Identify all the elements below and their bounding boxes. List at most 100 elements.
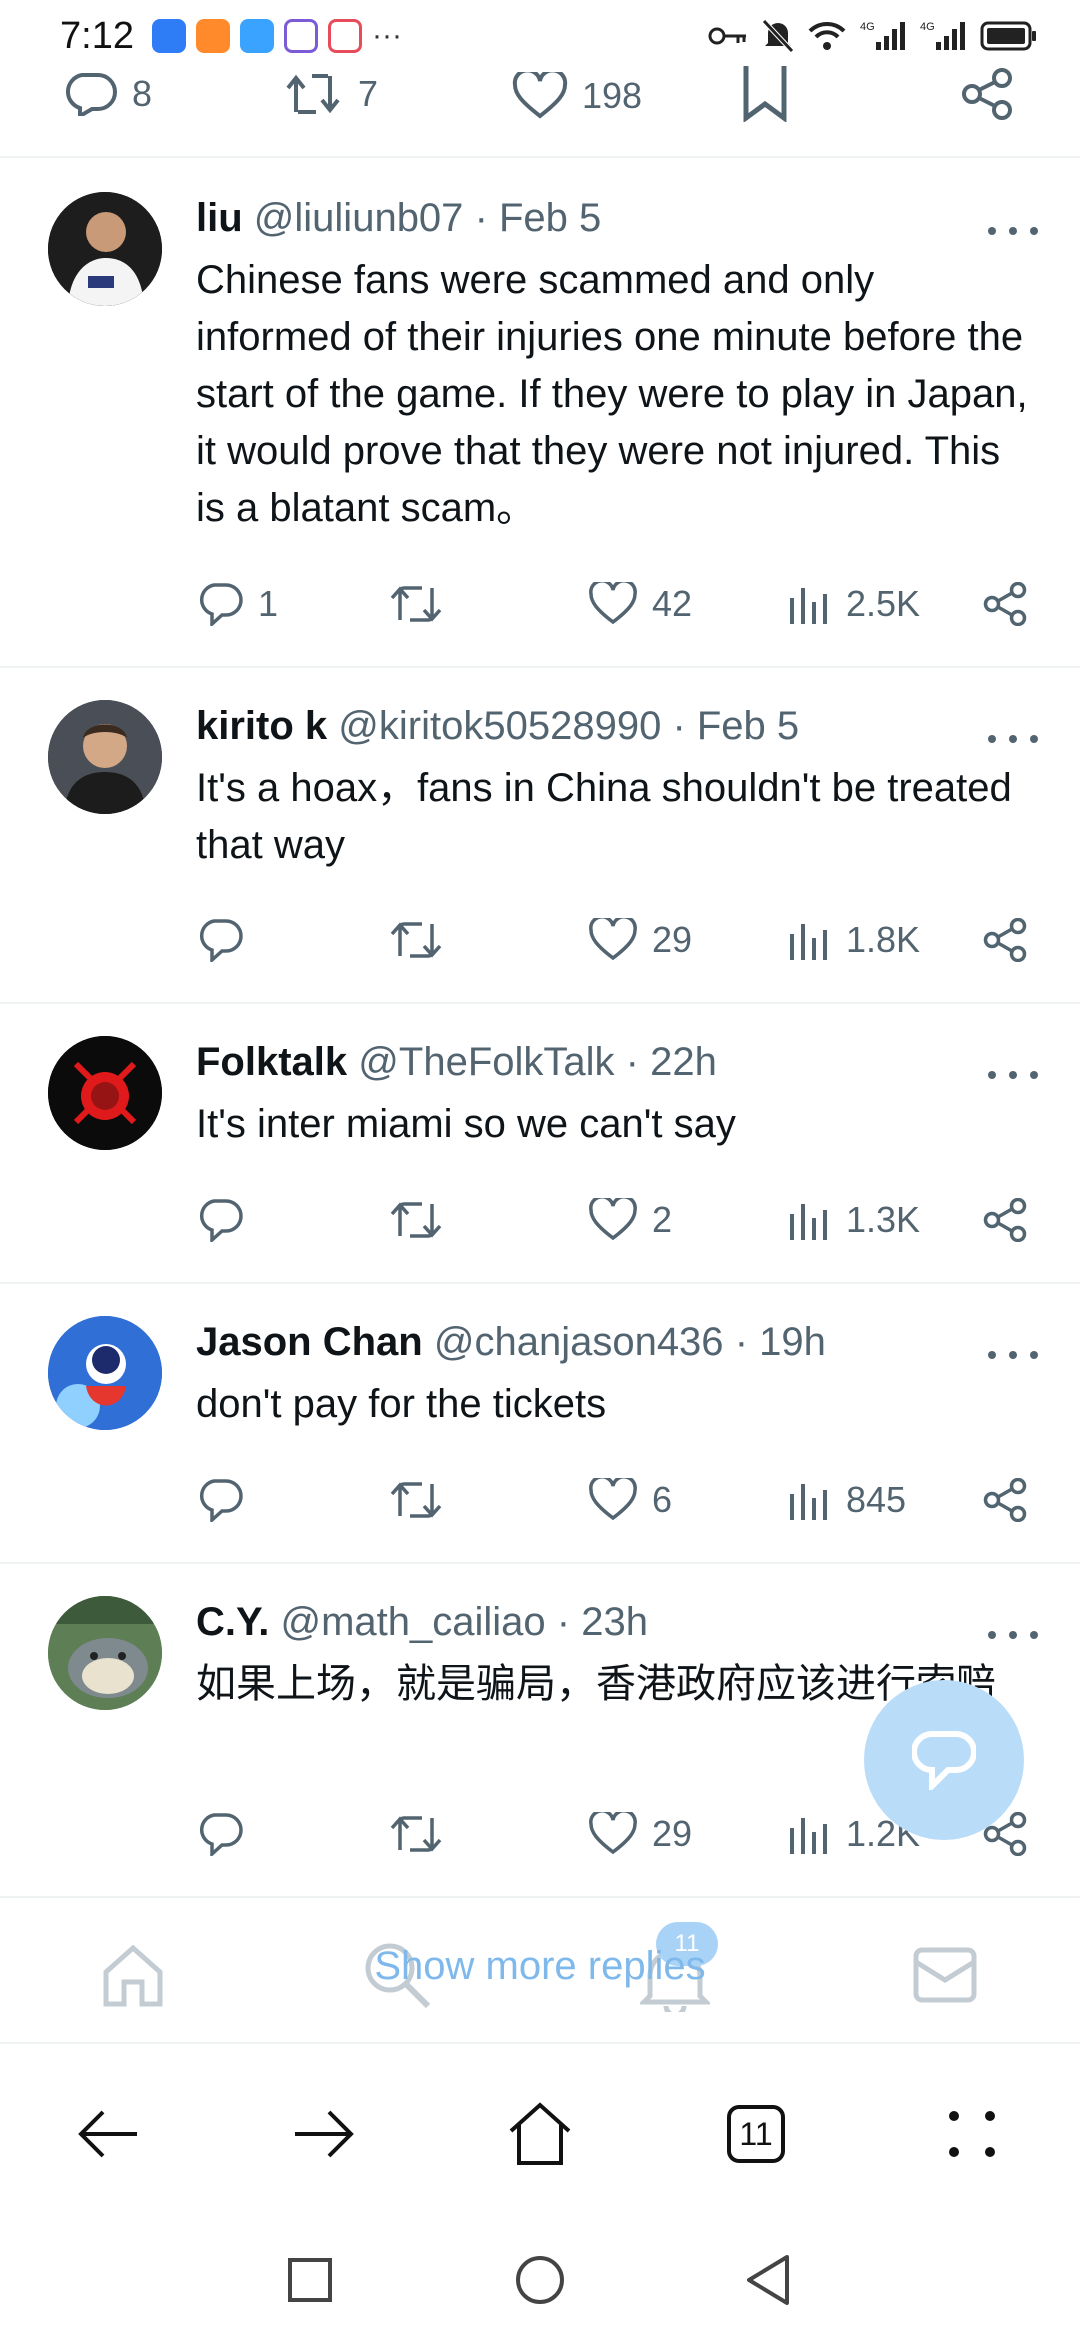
heart-icon	[589, 918, 637, 961]
forward-button[interactable]	[284, 2094, 364, 2174]
recents-button[interactable]	[280, 2250, 340, 2310]
app-bottom-nav: 11 Show more replies	[0, 1896, 1080, 2044]
more-options-button[interactable]	[988, 1620, 1038, 1650]
tweet-text: It's a hoax，fans in China shouldn't be t…	[196, 766, 1012, 867]
avatar[interactable]	[48, 1036, 162, 1150]
avatar[interactable]	[48, 1596, 162, 1710]
views-button[interactable]: 845	[788, 1470, 906, 1530]
author-name[interactable]: liu	[196, 196, 243, 240]
bookmark-button[interactable]	[742, 66, 788, 122]
tweet-header: Folktalk @TheFolkTalk · 22h	[196, 1040, 960, 1085]
reply-tweet[interactable]: Folktalk @TheFolkTalk · 22h It's inter m…	[0, 1004, 1080, 1284]
views-button[interactable]: 1.8K	[788, 910, 920, 970]
tabs-button[interactable]: 11	[716, 2094, 796, 2174]
reply-icon	[199, 1813, 243, 1856]
show-more-replies-link[interactable]: Show more replies	[0, 1944, 1080, 1989]
share-icon	[983, 1198, 1027, 1242]
like-count: 6	[652, 1479, 673, 1520]
bookmark-icon	[743, 66, 787, 122]
author-handle[interactable]: @TheFolkTalk	[358, 1040, 614, 1084]
system-back-button[interactable]	[738, 2250, 798, 2310]
author-name[interactable]: C.Y.	[196, 1600, 269, 1644]
share-icon	[983, 1478, 1027, 1522]
author-name[interactable]: kirito k	[196, 704, 327, 748]
like-count: 42	[652, 583, 693, 624]
tweet-time: · 23h	[556, 1600, 648, 1644]
views-button[interactable]: 1.3K	[788, 1190, 920, 1250]
more-options-button[interactable]	[988, 216, 1038, 246]
like-button[interactable]: 2	[588, 1190, 672, 1250]
view-count: 1.3K	[846, 1199, 921, 1240]
more-options-button[interactable]	[988, 1060, 1038, 1090]
tweet-time: · 19h	[734, 1320, 826, 1364]
more-options-button[interactable]	[988, 1340, 1038, 1370]
compose-reply-fab[interactable]	[864, 1680, 1024, 1840]
reply-button[interactable]: 1	[196, 574, 278, 634]
repost-button[interactable]	[388, 1190, 444, 1250]
reply-button[interactable]	[196, 1190, 258, 1250]
like-button[interactable]: 6	[588, 1470, 672, 1530]
share-button[interactable]	[960, 68, 1014, 120]
tweet-actions: 1 42 2.5K	[0, 574, 1080, 634]
repost-button[interactable]	[388, 1804, 444, 1864]
tweet-actions: 6 845	[0, 1470, 1080, 1530]
like-button[interactable]: 29	[588, 1804, 692, 1864]
repost-button[interactable]: 7	[284, 72, 378, 116]
tweet-header: Jason Chan @chanjason436 · 19h	[196, 1320, 960, 1365]
like-button[interactable]: 198	[512, 72, 642, 120]
reply-button[interactable]	[196, 1804, 258, 1864]
home-button[interactable]	[500, 2094, 580, 2174]
browser-toolbar: 11	[0, 2050, 1080, 2210]
author-name[interactable]: Jason Chan	[196, 1320, 423, 1364]
more-options-button[interactable]	[988, 724, 1038, 754]
like-button[interactable]: 29	[588, 910, 692, 970]
views-chart-icon	[790, 588, 827, 624]
reply-count: 1	[258, 583, 279, 624]
back-button[interactable]	[68, 2094, 148, 2174]
reply-icon	[199, 583, 243, 626]
view-count: 1.8K	[846, 919, 921, 960]
reply-icon	[199, 919, 243, 962]
status-left: 7:12 ···	[60, 15, 402, 58]
more-notifications-indicator: ···	[371, 19, 402, 52]
main-tweet-actions: 8 7 198	[0, 66, 1080, 158]
share-button[interactable]	[982, 1190, 1028, 1250]
tweet-text: Chinese fans were scammed and only infor…	[196, 258, 1028, 530]
reply-icon	[65, 73, 117, 116]
system-home-button[interactable]	[510, 2250, 570, 2310]
share-button[interactable]	[982, 1470, 1028, 1530]
view-count: 845	[846, 1479, 907, 1520]
share-button[interactable]	[982, 910, 1028, 970]
reply-button[interactable]	[196, 910, 258, 970]
tweet-text: don't pay for the tickets	[196, 1382, 607, 1426]
reply-count: 8	[132, 73, 153, 114]
reply-tweet[interactable]: kirito k @kiritok50528990 · Feb 5 It's a…	[0, 668, 1080, 1004]
repost-button[interactable]	[388, 574, 444, 634]
repost-button[interactable]	[388, 1470, 444, 1530]
tweet-time: · 22h	[625, 1040, 717, 1084]
menu-button[interactable]	[932, 2094, 1012, 2174]
author-handle[interactable]: @liuliunb07	[254, 196, 464, 240]
tweet-actions: 2 1.3K	[0, 1190, 1080, 1250]
repost-button[interactable]	[388, 910, 444, 970]
share-button[interactable]	[982, 574, 1028, 634]
author-handle[interactable]: @kiritok50528990	[338, 704, 661, 748]
views-button[interactable]: 2.5K	[788, 574, 920, 634]
avatar[interactable]	[48, 700, 162, 814]
avatar[interactable]	[48, 192, 162, 306]
avatar[interactable]	[48, 1316, 162, 1430]
like-button[interactable]: 42	[588, 574, 692, 634]
reply-button[interactable]	[196, 1470, 258, 1530]
arrow-right-icon	[295, 2110, 354, 2158]
status-time: 7:12	[60, 14, 134, 57]
reply-button[interactable]: 8	[62, 72, 152, 116]
author-handle[interactable]: @chanjason436	[434, 1320, 724, 1364]
author-handle[interactable]: @math_cailiao	[280, 1600, 545, 1644]
avatar-image-person	[48, 700, 162, 814]
lightbulb-app-icon	[151, 19, 186, 53]
circle-icon	[516, 2256, 564, 2304]
reply-tweet[interactable]: Jason Chan @chanjason436 · 19h don't pay…	[0, 1284, 1080, 1564]
reply-tweet[interactable]: liu @liuliunb07 · Feb 5 Chinese fans wer…	[0, 158, 1080, 668]
author-name[interactable]: Folktalk	[196, 1040, 347, 1084]
like-count: 29	[652, 1813, 693, 1854]
